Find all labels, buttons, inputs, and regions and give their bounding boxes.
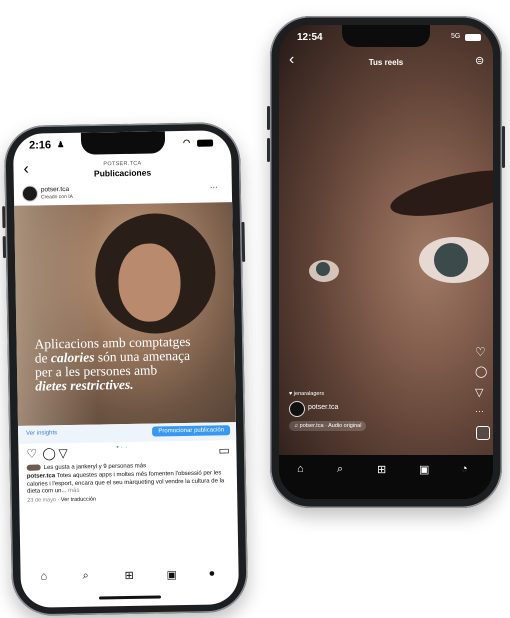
phone-right-screen: 12:54 5G ‹ Tus reels ⊜ ♡ ◯ ▽ ··· ♥ jenar…	[279, 25, 493, 499]
notch	[80, 131, 166, 155]
see-translation-link[interactable]: Ver traducción	[61, 497, 96, 504]
phone-right: 12:54 5G ‹ Tus reels ⊜ ♡ ◯ ▽ ··· ♥ jenar…	[267, 16, 505, 508]
like-icon[interactable]: ♡	[475, 345, 486, 359]
iris-left-shape	[316, 262, 330, 276]
caption-more-link[interactable]: más	[68, 488, 79, 494]
audio-chip[interactable]: ♫ potser.tca · Audio original	[289, 421, 367, 431]
status-time: 12:54	[297, 32, 323, 43]
reel-likes: ♥ jenaralagers	[289, 391, 324, 397]
network-label: 5G	[451, 33, 461, 40]
view-insights-link[interactable]: Ver insights	[26, 430, 57, 437]
volume-down-button	[267, 138, 270, 162]
liker-avatars	[26, 464, 41, 471]
notch	[342, 25, 430, 47]
audio-thumb[interactable]	[476, 426, 490, 440]
face-shape	[117, 243, 182, 323]
side-button	[241, 221, 246, 262]
side-button	[502, 126, 505, 168]
post-meta: 23 de mayo · Ver traducción	[27, 496, 97, 504]
post-image[interactable]: Aplicacions amb comptatges de calories s…	[14, 202, 236, 426]
battery-icon	[197, 139, 214, 147]
share-icon[interactable]: ▽	[58, 446, 67, 460]
post-date: 23 de mayo	[27, 497, 57, 504]
create-icon[interactable]: ⊞	[377, 463, 386, 476]
headline-line-2a: de	[34, 350, 52, 366]
create-icon[interactable]: ⊞	[124, 569, 134, 582]
reel-account[interactable]: potser.tca	[308, 404, 338, 411]
status-time: 2:16	[28, 139, 52, 152]
carousel-dots: • · ·	[116, 443, 128, 452]
avatar[interactable]	[289, 401, 305, 417]
eyebrow-shape	[386, 160, 493, 226]
person-icon: ♟	[56, 140, 65, 150]
wifi-icon: ◠	[182, 137, 191, 147]
likes-text[interactable]: Les gusta a jankeryl y 9 personas más	[44, 463, 146, 471]
audio-label: potser.tca · Audio original	[299, 423, 362, 429]
save-icon[interactable]: ▭	[218, 443, 230, 457]
profile-avatar-icon[interactable]: ◔	[461, 463, 468, 475]
reel-likes-text[interactable]: jenaralagers	[294, 391, 324, 397]
like-icon[interactable]: ♡	[26, 447, 37, 461]
search-icon[interactable]: ⌕	[337, 463, 343, 476]
more-options-icon[interactable]: ···	[210, 182, 218, 191]
headline-line-4: dietes restrictives.	[35, 376, 134, 394]
volume-up-button	[2, 206, 6, 229]
insights-row: Ver insights Promocionar publicación	[17, 422, 237, 444]
battery-icon	[465, 34, 481, 41]
reels-icon[interactable]: ▣	[166, 568, 178, 581]
avatar[interactable]	[21, 185, 39, 202]
post-account[interactable]: potser.tca	[41, 186, 69, 193]
insights-circle-icon[interactable]: ⊜	[475, 54, 484, 67]
home-icon[interactable]: ⌂	[297, 463, 304, 475]
post-subtitle: Creado con IA	[40, 193, 74, 201]
reels-icon[interactable]: ▣	[419, 463, 429, 476]
caption-text: Totes aquestes apps i moltes més fomente…	[26, 470, 225, 495]
volume-down-button	[2, 236, 7, 259]
share-icon[interactable]: ▽	[475, 386, 483, 399]
boost-post-button[interactable]: Promocionar publicación	[152, 425, 231, 437]
caption-username[interactable]: potser.tca	[27, 473, 55, 479]
page-title: Tus reels	[368, 58, 404, 67]
comment-icon[interactable]: ◯	[475, 365, 487, 378]
volume-up-button	[267, 106, 270, 130]
post-headline: Aplicacions amb comptatges de calories s…	[34, 334, 225, 394]
more-options-icon[interactable]: ···	[475, 406, 484, 416]
comment-icon[interactable]: ◯	[42, 446, 56, 460]
caption: potser.tca Totes aquestes apps i moltes …	[27, 470, 227, 496]
phone-left: 2:16 ♟ ◠ ‹ POTSER.TCA Publicaciones pots…	[2, 121, 249, 617]
home-indicator	[98, 595, 162, 600]
search-icon[interactable]: ⌕	[82, 570, 88, 583]
profile-avatar-icon[interactable]: ●	[208, 567, 215, 579]
home-icon[interactable]: ⌂	[41, 570, 48, 582]
iris-right-shape	[434, 243, 468, 277]
phone-left-screen: 2:16 ♟ ◠ ‹ POTSER.TCA Publicaciones pots…	[12, 130, 240, 608]
bottom-nav: ⌂ ⌕ ⊞ ▣ ◔	[279, 455, 493, 499]
